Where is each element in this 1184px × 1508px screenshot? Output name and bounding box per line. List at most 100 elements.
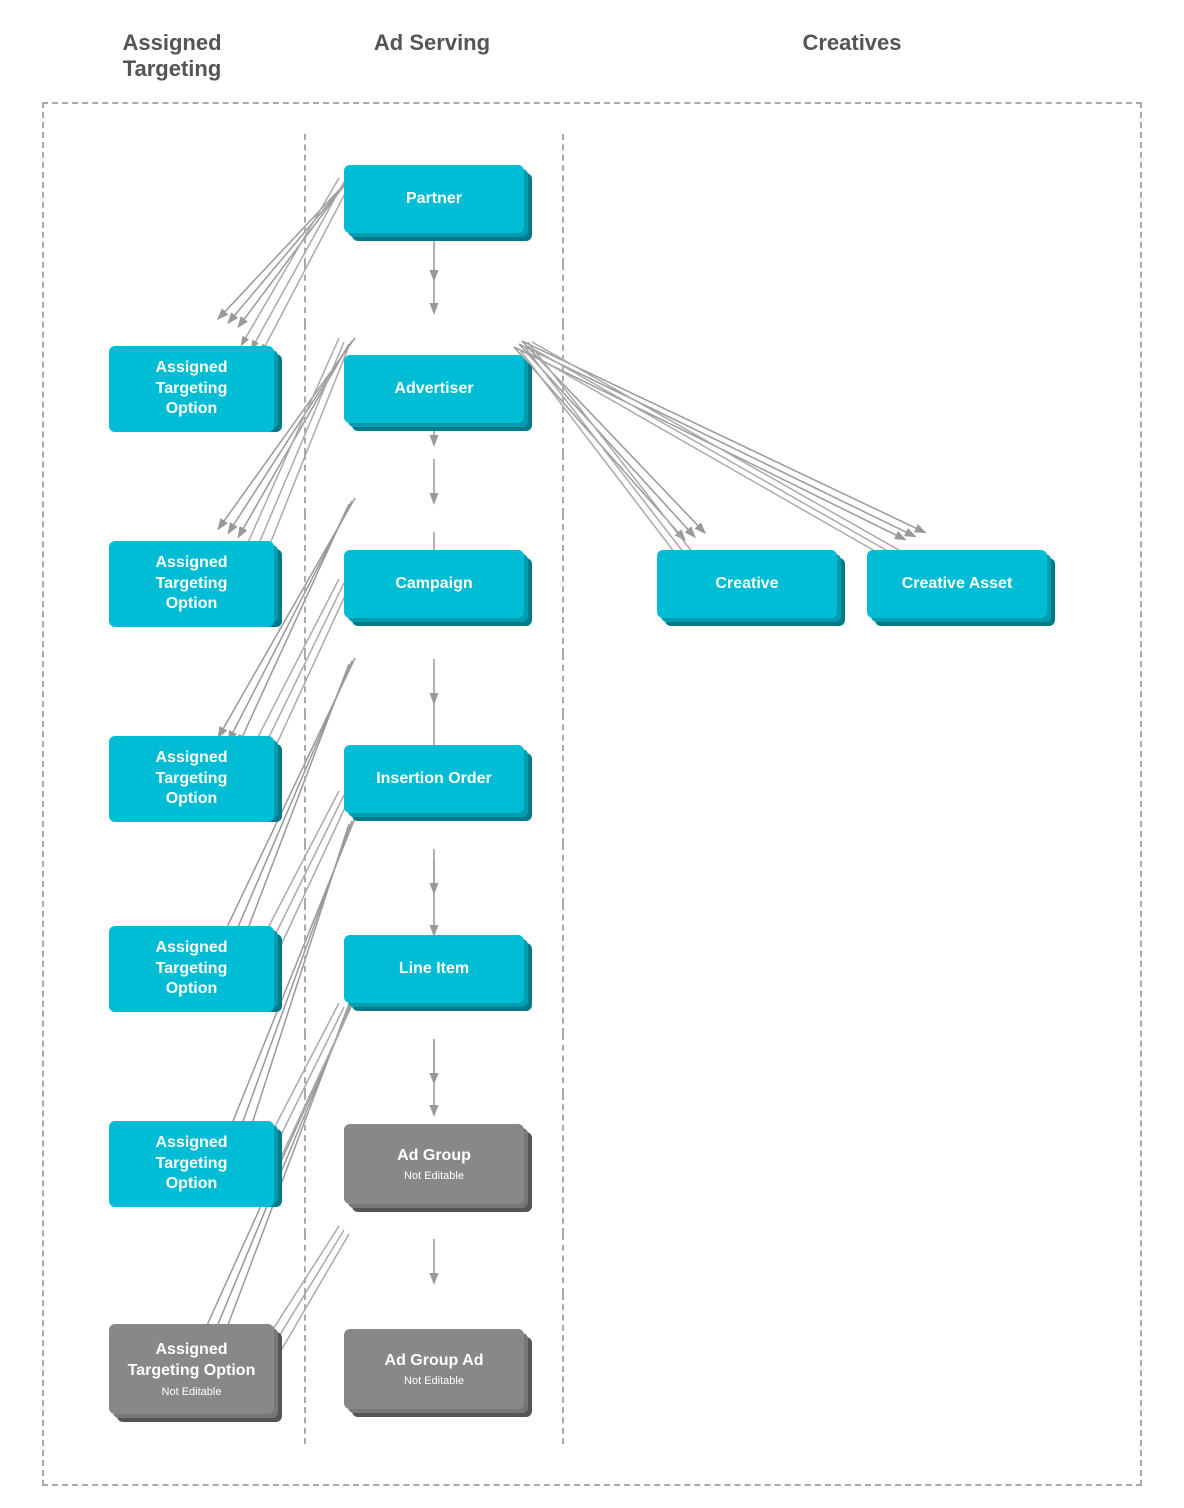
spacer-1r <box>564 264 1140 324</box>
spacer-5l <box>44 1034 304 1094</box>
mid-connector-4 <box>304 844 564 904</box>
header-creatives: Creatives <box>562 20 1142 92</box>
down-arrow-3 <box>424 659 444 709</box>
advertiser-label: Advertiser <box>394 379 473 400</box>
ato-advertiser-box[interactable]: Assigned Targeting Option <box>109 541 274 627</box>
ato-advertiser-label: Assigned Targeting Option <box>155 553 227 615</box>
header-ad-serving: Ad Serving <box>302 20 562 92</box>
io-label: Insertion Order <box>376 769 492 790</box>
cell-campaign: Campaign <box>304 514 564 654</box>
cell-ato-partner: Assigned Targeting Option <box>44 324 304 454</box>
ato-partner-box[interactable]: Assigned Targeting Option <box>109 346 274 432</box>
spacer-4r <box>564 844 1140 904</box>
spacer-5r <box>564 1034 1140 1094</box>
lineitem-node: Line Item <box>344 935 524 1003</box>
advertiser-node: Advertiser <box>344 355 524 423</box>
creative-node: Creative <box>657 550 837 618</box>
creative-label: Creative <box>715 574 778 595</box>
spacer-4l <box>44 844 304 904</box>
advertiser-box[interactable]: Advertiser <box>344 355 524 423</box>
spacer-2r <box>564 454 1140 514</box>
ato-advertiser-node: Assigned Targeting Option <box>109 541 274 627</box>
adgroup-label: Ad Group <box>397 1146 471 1167</box>
column-headers: Assigned Targeting Ad Serving Creatives <box>42 20 1142 92</box>
spacer-3r <box>564 654 1140 714</box>
down-arrow-4 <box>424 849 444 899</box>
down-arrow-5 <box>424 1039 444 1089</box>
spacer-3l <box>44 654 304 714</box>
ato-li-label: Assigned Targeting Option <box>155 1133 227 1195</box>
cell-creatives-row: Creative Creative Asset <box>564 514 1140 654</box>
mid-connector-1 <box>304 264 564 324</box>
io-box[interactable]: Insertion Order <box>344 745 524 813</box>
cell-empty-r4 <box>564 714 1140 844</box>
adgroup-node: Ad Group Not Editable <box>344 1124 524 1204</box>
partner-label: Partner <box>406 189 462 210</box>
cell-io: Insertion Order <box>304 714 564 844</box>
adgroupad-sublabel: Not Editable <box>404 1375 464 1387</box>
mid-connector-2 <box>304 454 564 514</box>
adgroup-sublabel: Not Editable <box>404 1170 464 1182</box>
partner-box[interactable]: Partner <box>344 165 524 233</box>
ato-partner-label: Assigned Targeting Option <box>155 358 227 420</box>
down-arrow-2 <box>424 459 444 509</box>
ato-partner-node: Assigned Targeting Option <box>109 346 274 432</box>
spacer-6l <box>44 1234 304 1294</box>
creative-box[interactable]: Creative <box>657 550 837 618</box>
adgroup-box[interactable]: Ad Group Not Editable <box>344 1124 524 1204</box>
cell-empty-r1 <box>564 134 1140 264</box>
cell-ato-campaign: Assigned Targeting Option <box>44 714 304 844</box>
io-node: Insertion Order <box>344 745 524 813</box>
cell-adgroupad: Ad Group Ad Not Editable <box>304 1294 564 1444</box>
content-grid: Partner Assigned Targeting Option <box>44 134 1140 1444</box>
cell-ato-li: Assigned Targeting Option <box>44 1094 304 1234</box>
cell-adgroup: Ad Group Not Editable <box>304 1094 564 1234</box>
mid-connector-3 <box>304 654 564 714</box>
main-area: Partner Assigned Targeting Option <box>42 102 1142 1486</box>
campaign-label: Campaign <box>395 574 472 595</box>
cell-partner: Partner <box>304 134 564 264</box>
creative-asset-node: Creative Asset <box>867 550 1047 618</box>
adgroupad-label: Ad Group Ad <box>385 1351 484 1372</box>
header-assigned-targeting: Assigned Targeting <box>42 20 302 92</box>
spacer-1l <box>44 264 304 324</box>
ato-adgroup-sublabel: Not Editable <box>162 1386 222 1398</box>
ato-campaign-node: Assigned Targeting Option <box>109 736 274 822</box>
cell-empty-r5 <box>564 904 1140 1034</box>
cell-empty-r7 <box>564 1294 1140 1444</box>
down-arrow-6 <box>424 1239 444 1289</box>
campaign-box[interactable]: Campaign <box>344 550 524 618</box>
ato-adgroup-box[interactable]: Assigned Targeting Option Not Editable <box>109 1324 274 1414</box>
campaign-node: Campaign <box>344 550 524 618</box>
ato-io-node: Assigned Targeting Option <box>109 926 274 1012</box>
cell-empty-1 <box>44 134 304 264</box>
partner-node: Partner <box>344 165 524 233</box>
cell-ato-adgroup: Assigned Targeting Option Not Editable <box>44 1294 304 1444</box>
ato-io-box[interactable]: Assigned Targeting Option <box>109 926 274 1012</box>
cell-lineitem: Line Item <box>304 904 564 1034</box>
cell-ato-advertiser: Assigned Targeting Option <box>44 514 304 654</box>
creative-asset-box[interactable]: Creative Asset <box>867 550 1047 618</box>
ato-adgroup-label: Assigned Targeting Option <box>128 1340 256 1382</box>
ato-li-node: Assigned Targeting Option <box>109 1121 274 1207</box>
ato-campaign-label: Assigned Targeting Option <box>155 748 227 810</box>
ato-adgroup-node: Assigned Targeting Option Not Editable <box>109 1324 274 1414</box>
cell-empty-r2 <box>564 324 1140 454</box>
creative-asset-label: Creative Asset <box>902 574 1013 595</box>
diagram-container: Assigned Targeting Ad Serving Creatives <box>42 20 1142 1486</box>
adgroupad-box[interactable]: Ad Group Ad Not Editable <box>344 1329 524 1409</box>
lineitem-box[interactable]: Line Item <box>344 935 524 1003</box>
cell-ato-io: Assigned Targeting Option <box>44 904 304 1034</box>
mid-connector-5 <box>304 1034 564 1094</box>
lineitem-label: Line Item <box>399 959 469 980</box>
ato-li-box[interactable]: Assigned Targeting Option <box>109 1121 274 1207</box>
ato-campaign-box[interactable]: Assigned Targeting Option <box>109 736 274 822</box>
spacer-6r <box>564 1234 1140 1294</box>
adgroupad-node: Ad Group Ad Not Editable <box>344 1329 524 1409</box>
mid-connector-6 <box>304 1234 564 1294</box>
cell-advertiser: Advertiser <box>304 324 564 454</box>
cell-empty-r6 <box>564 1094 1140 1234</box>
ato-io-label: Assigned Targeting Option <box>155 938 227 1000</box>
down-arrow-1 <box>424 269 444 319</box>
spacer-2l <box>44 454 304 514</box>
